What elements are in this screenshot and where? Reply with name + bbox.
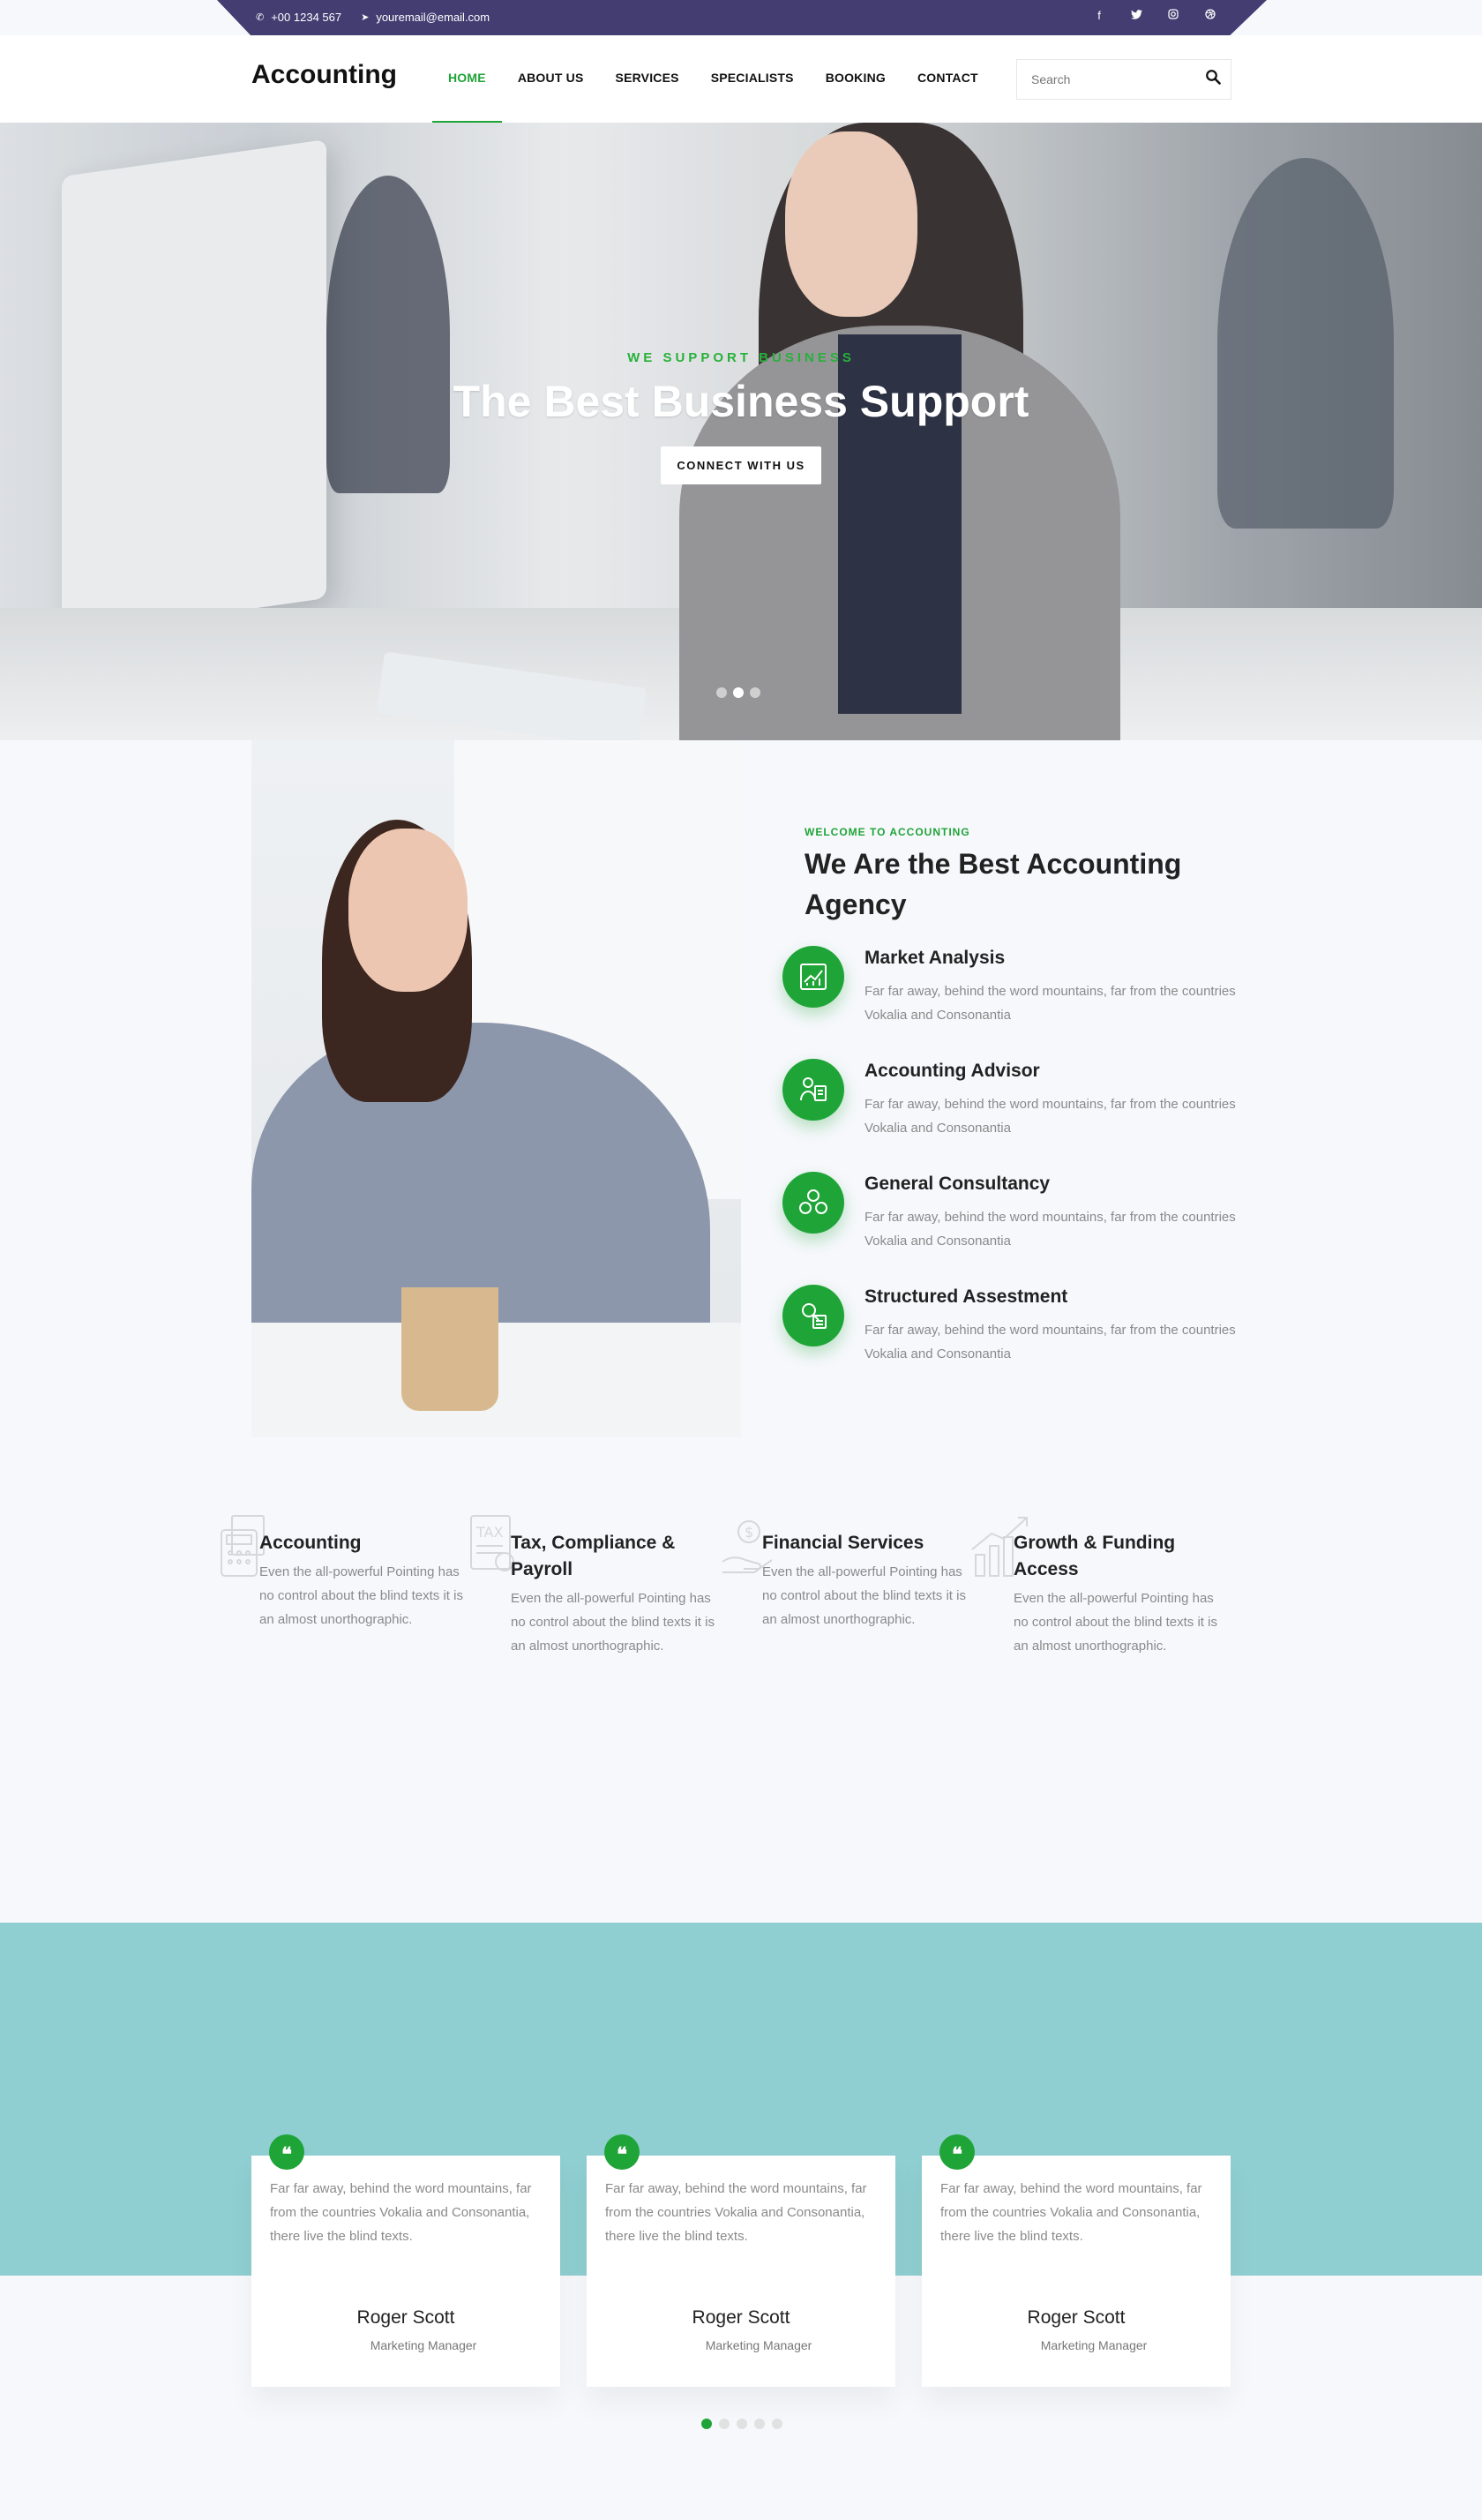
nav-menu: HOME ABOUT US SERVICES SPECIALISTS BOOKI… (432, 35, 994, 123)
service-title: Growth & Funding Access (1014, 1533, 1176, 1579)
phone-number: +00 1234 567 (271, 11, 342, 24)
search-icon[interactable] (1195, 69, 1231, 90)
pagination-dot[interactable] (754, 2419, 765, 2429)
feature-market-analysis: Market Analysis Far far away, behind the… (782, 946, 1250, 1043)
pagination-dot-active[interactable] (701, 2419, 712, 2429)
feature-title: General Consultancy (864, 1174, 1051, 1194)
hero-slider-dots (716, 687, 760, 698)
instagram-icon[interactable] (1164, 9, 1182, 22)
slider-dot[interactable] (750, 687, 760, 698)
phone-icon: ✆ (256, 12, 265, 23)
nav-item-booking[interactable]: BOOKING (810, 35, 902, 123)
about-photo (251, 740, 741, 1437)
advisor-icon (782, 1059, 844, 1121)
hero-slider: WE SUPPORT BUSINESS The Best Business Su… (0, 123, 1482, 740)
nav-item-services[interactable]: SERVICES (600, 35, 695, 123)
feature-title: Accounting Advisor (864, 1061, 1040, 1081)
feature-text: Far far away, behind the word mountains,… (864, 1097, 1236, 1136)
testimonial-role: Marketing Manager (705, 2338, 812, 2352)
testimonial-name: Roger Scott (692, 2307, 790, 2328)
pagination-dot[interactable] (772, 2419, 782, 2429)
hero-title: The Best Business Support (453, 377, 1029, 426)
hero-content: WE SUPPORT BUSINESS The Best Business Su… (0, 350, 1482, 484)
connect-button[interactable]: CONNECT WITH US (661, 446, 821, 484)
service-text: Even the all-powerful Pointing has no co… (762, 1564, 966, 1627)
email-info: ➤ youremail@email.com (361, 11, 490, 24)
feature-title: Market Analysis (864, 948, 1006, 968)
feature-title: Structured Assestment (864, 1286, 1068, 1307)
testimonial-card: ❝ Far far away, behind the word mountain… (251, 2134, 560, 2387)
nav-item-about-us[interactable]: ABOUT US (502, 35, 600, 123)
main-navbar: Accounting HOME ABOUT US SERVICES SPECIA… (0, 35, 1482, 123)
pagination-dot[interactable] (719, 2419, 730, 2429)
testimonial-role: Marketing Manager (1040, 2338, 1148, 2352)
hero-kicker: WE SUPPORT BUSINESS (627, 350, 855, 365)
service-text: Even the all-powerful Pointing has no co… (259, 1564, 463, 1627)
phone-info: ✆ +00 1234 567 (256, 11, 341, 24)
slider-dot[interactable] (716, 687, 727, 698)
dribbble-icon[interactable] (1201, 9, 1219, 22)
feature-structured-assessment: Structured Assestment Far far away, behi… (782, 1285, 1250, 1382)
nav-item-specialists[interactable]: SPECIALISTS (695, 35, 810, 123)
feature-general-consultancy: General Consultancy Far far away, behind… (782, 1172, 1250, 1269)
feature-accounting-advisor: Accounting Advisor Far far away, behind … (782, 1059, 1250, 1156)
about-kicker: WELCOME TO ACCOUNTING (805, 826, 970, 838)
service-title: Accounting (259, 1533, 362, 1553)
top-bar: ✆ +00 1234 567 ➤ youremail@email.com f (217, 0, 1267, 35)
slider-dot-active[interactable] (733, 687, 744, 698)
nav-item-home[interactable]: HOME (432, 35, 502, 123)
svg-text:TAX: TAX (475, 1524, 503, 1541)
assessment-icon (782, 1285, 844, 1346)
quote-icon: ❝ (604, 2134, 640, 2170)
feature-text: Far far away, behind the word mountains,… (864, 1210, 1236, 1249)
quote-icon: ❝ (939, 2134, 975, 2170)
brand-logo[interactable]: Accounting (251, 60, 397, 90)
search-input[interactable] (1017, 60, 1195, 99)
testimonial-text: Far far away, behind the word mountains,… (270, 2181, 532, 2244)
feature-text: Far far away, behind the word mountains,… (864, 984, 1236, 1023)
service-title: Tax, Compliance & Payroll (511, 1533, 676, 1579)
testimonial-text: Far far away, behind the word mountains,… (605, 2181, 867, 2244)
nav-item-contact[interactable]: CONTACT (902, 35, 994, 123)
testimonial-card: ❝ Far far away, behind the word mountain… (587, 2134, 895, 2387)
search-box (1016, 59, 1231, 100)
social-links: f (1090, 9, 1219, 22)
team-icon (782, 1172, 844, 1234)
service-text: Even the all-powerful Pointing has no co… (511, 1591, 715, 1654)
testimonial-role: Marketing Manager (370, 2338, 477, 2352)
testimonial-pagination (701, 2419, 782, 2429)
testimonial-name: Roger Scott (1027, 2307, 1126, 2328)
facebook-icon[interactable]: f (1090, 9, 1108, 22)
contact-info: ✆ +00 1234 567 ➤ youremail@email.com (256, 11, 490, 24)
email-address: youremail@email.com (376, 11, 490, 24)
svg-text:$: $ (745, 1524, 753, 1541)
chart-growth-icon (782, 946, 844, 1008)
twitter-icon[interactable] (1127, 9, 1145, 22)
service-text: Even the all-powerful Pointing has no co… (1014, 1591, 1217, 1654)
service-title: Financial Services (762, 1533, 924, 1553)
about-heading: WELCOME TO ACCOUNTING We Are the Best Ac… (805, 826, 1246, 925)
testimonial-text: Far far away, behind the word mountains,… (940, 2181, 1202, 2244)
about-title: We Are the Best Accounting Agency (805, 848, 1182, 920)
quote-icon: ❝ (269, 2134, 304, 2170)
testimonial-name: Roger Scott (356, 2307, 455, 2328)
paper-plane-icon: ➤ (361, 12, 370, 23)
feature-text: Far far away, behind the word mountains,… (864, 1323, 1236, 1361)
service-growth-funding: Growth & Funding Access Even the all-pow… (971, 1511, 1261, 1696)
pagination-dot[interactable] (737, 2419, 747, 2429)
testimonial-card: ❝ Far far away, behind the word mountain… (922, 2134, 1231, 2387)
